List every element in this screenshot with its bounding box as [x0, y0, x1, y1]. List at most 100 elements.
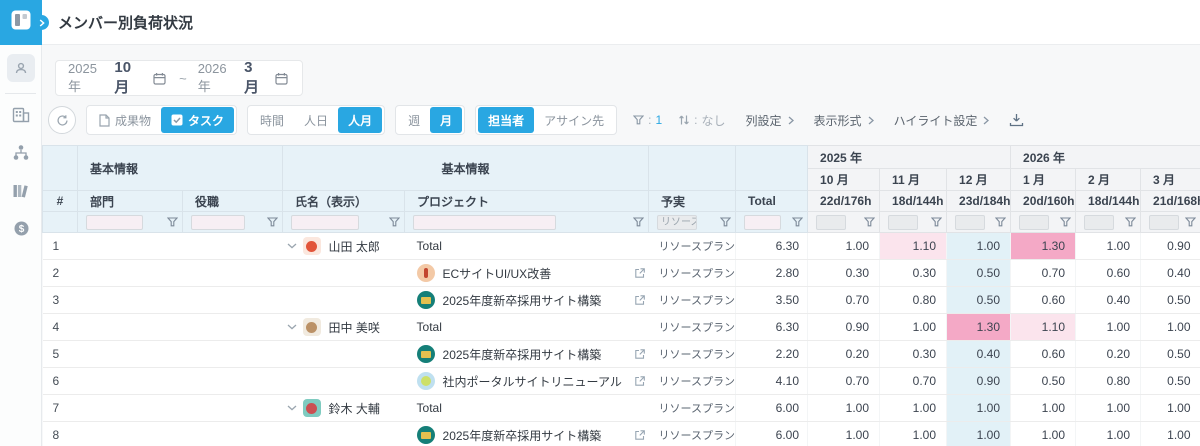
plan-filter-input[interactable]: リソース	[657, 215, 697, 230]
project-filter-funnel-icon[interactable]	[633, 217, 644, 227]
sidebar-item-member[interactable]	[0, 53, 42, 83]
external-link-icon[interactable]	[634, 375, 646, 387]
month-filter-input[interactable]	[1084, 215, 1114, 230]
capacity-header: 18d/144h	[880, 191, 947, 212]
table-row[interactable]: 4田中 美咲Totalリソースプラン6.300.901.001.301.101.…	[43, 314, 1200, 341]
role-filter-input[interactable]	[191, 215, 245, 230]
project-filter-input[interactable]	[413, 215, 556, 230]
deliverable-button[interactable]: 成果物	[89, 107, 161, 133]
total-filter-funnel-icon[interactable]	[792, 217, 803, 227]
table-row[interactable]: 7鈴木 大輔Totalリソースプラン6.001.001.001.001.001.…	[43, 395, 1200, 422]
table-row[interactable]: 1山田 太郎Totalリソースプラン6.301.001.101.001.301.…	[43, 233, 1200, 260]
task-label: タスク	[188, 112, 224, 129]
month-filter-input[interactable]	[816, 215, 846, 230]
end-year-label: 2026年	[198, 61, 237, 95]
month-filter-funnel-icon[interactable]	[1185, 217, 1196, 227]
end-month-select[interactable]: 3月	[244, 59, 266, 97]
sidebar-item-org-chart[interactable]	[0, 140, 42, 170]
num-header-filler	[43, 146, 78, 191]
external-link-icon[interactable]	[634, 429, 646, 441]
value-cell: 0.50	[1011, 368, 1076, 395]
plan-filter-funnel-icon[interactable]	[720, 217, 731, 227]
dept-filter-funnel-icon[interactable]	[167, 217, 178, 227]
value-cell: 0.60	[1011, 341, 1076, 368]
sidebar-item-finance[interactable]: $	[0, 216, 42, 246]
value-cell: 0.40	[1141, 260, 1200, 287]
sidebar-expand-button[interactable]	[34, 15, 49, 30]
name-filter-input[interactable]	[291, 215, 359, 230]
highlight-settings-menu[interactable]: ハイライト設定	[894, 112, 990, 129]
value-cell: 1.00	[947, 422, 1011, 446]
table-row[interactable]: 32025年度新卒採用サイト構築リソースプラン3.500.700.800.500…	[43, 287, 1200, 314]
table-row[interactable]: 6社内ポータルサイトリニューアルリソースプラン4.100.700.700.900…	[43, 368, 1200, 395]
external-link-icon[interactable]	[634, 294, 646, 306]
project-name[interactable]: 2025年度新卒採用サイト構築	[443, 427, 602, 444]
filter-indicator[interactable]: : 1	[633, 113, 662, 127]
dept-filter-input[interactable]	[86, 215, 143, 230]
month-filter-input[interactable]	[1019, 215, 1049, 230]
collapse-chevron-icon[interactable]	[287, 405, 297, 411]
start-month-select[interactable]: 10月	[114, 59, 144, 97]
column-header-role: 役職	[183, 191, 283, 212]
sidebar-item-library[interactable]	[0, 178, 42, 208]
project-name[interactable]: ECサイトUI/UX改善	[443, 265, 552, 282]
month-filter-funnel-icon[interactable]	[931, 217, 942, 227]
assign-to-button[interactable]: アサイン先	[534, 107, 614, 133]
total-header-filler	[736, 146, 808, 191]
value-cell: 0.50	[947, 287, 1011, 314]
table-row[interactable]: 2ECサイトUI/UX改善リソースプラン2.800.300.300.500.70…	[43, 260, 1200, 287]
month-filter-funnel-icon[interactable]	[864, 217, 875, 227]
time-button[interactable]: 時間	[250, 107, 294, 133]
start-calendar-icon[interactable]	[153, 72, 166, 85]
month-button[interactable]: 月	[430, 107, 462, 133]
value-cell: 1.00	[1076, 395, 1141, 422]
total-filter-input[interactable]	[744, 215, 781, 230]
project-name[interactable]: 2025年度新卒採用サイト構築	[443, 292, 602, 309]
collapse-chevron-icon[interactable]	[287, 243, 297, 249]
row-number: 1	[43, 233, 78, 260]
task-button[interactable]: タスク	[161, 107, 234, 133]
month-filter-input[interactable]	[1149, 215, 1179, 230]
sidebar-item-company[interactable]	[0, 102, 42, 132]
month-filter-cell	[1141, 212, 1200, 233]
dept-cell	[78, 287, 183, 314]
external-link-icon[interactable]	[634, 267, 646, 279]
avatar	[303, 237, 321, 255]
month-filter-input[interactable]	[888, 215, 918, 230]
table-row[interactable]: 82025年度新卒採用サイト構築リソースプラン6.001.001.001.001…	[43, 422, 1200, 446]
month-filter-input[interactable]	[955, 215, 985, 230]
download-button[interactable]	[1009, 113, 1024, 127]
man-month-button[interactable]: 人月	[338, 107, 382, 133]
role-filter-funnel-icon[interactable]	[267, 217, 278, 227]
period-toggle-group: 週 月	[395, 105, 465, 135]
project-icon	[417, 345, 435, 363]
man-day-button[interactable]: 人日	[294, 107, 338, 133]
column-header-dept: 部門	[78, 191, 183, 212]
assignee-button[interactable]: 担当者	[478, 107, 534, 133]
dept-cell	[78, 341, 183, 368]
project-name[interactable]: 社内ポータルサイトリニューアル	[443, 373, 622, 390]
week-button[interactable]: 週	[398, 107, 430, 133]
month-filter-funnel-icon[interactable]	[1060, 217, 1071, 227]
value-cell: 0.50	[947, 260, 1011, 287]
column-settings-menu[interactable]: 列設定	[746, 112, 794, 129]
value-cell: 0.70	[808, 287, 880, 314]
table-row[interactable]: 52025年度新卒採用サイト構築リソースプラン2.200.200.300.400…	[43, 341, 1200, 368]
external-link-icon[interactable]	[634, 348, 646, 360]
plan-cell: リソースプラン	[649, 341, 736, 368]
collapse-chevron-icon[interactable]	[287, 324, 297, 330]
project-name[interactable]: 2025年度新卒採用サイト構築	[443, 346, 602, 363]
name-filter-funnel-icon[interactable]	[389, 217, 400, 227]
download-icon	[1009, 113, 1024, 127]
month-filter-funnel-icon[interactable]	[1125, 217, 1136, 227]
display-format-menu[interactable]: 表示形式	[814, 112, 874, 129]
end-calendar-icon[interactable]	[275, 72, 288, 85]
table-body: 1山田 太郎Totalリソースプラン6.301.001.101.001.301.…	[43, 233, 1200, 446]
role-cell	[183, 395, 283, 422]
refresh-button[interactable]	[48, 106, 76, 134]
month-filter-funnel-icon[interactable]	[995, 217, 1006, 227]
month-header: 1 月	[1011, 169, 1076, 191]
project-filter-cell	[405, 212, 649, 233]
project-icon	[417, 291, 435, 309]
sort-indicator[interactable]: : なし	[678, 112, 725, 129]
